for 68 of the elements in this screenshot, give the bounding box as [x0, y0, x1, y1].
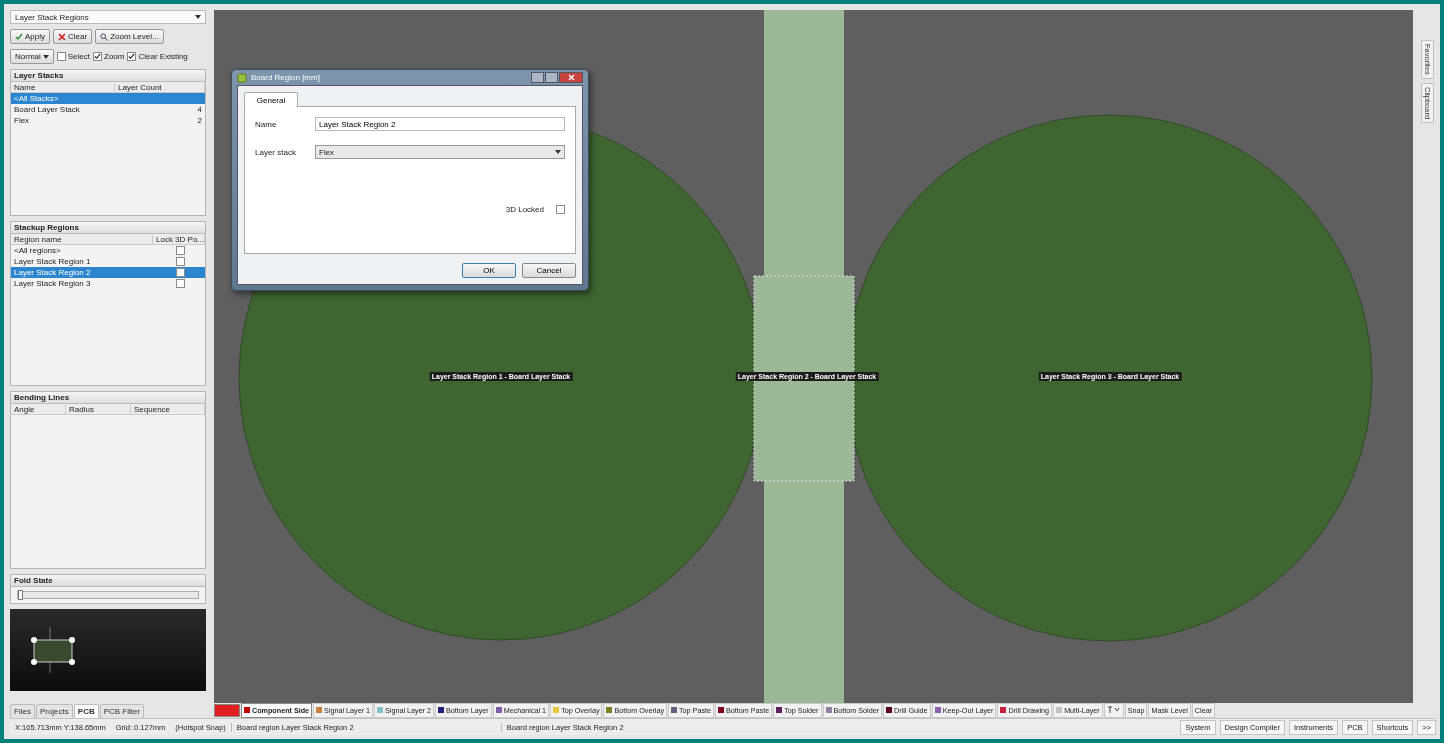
zoom-icon: [100, 32, 109, 41]
table-cell-text: Layer Stack Region 2: [13, 268, 92, 277]
table-cell-text: <All regions>: [13, 246, 62, 255]
section-title: Stackup Regions: [11, 222, 205, 234]
close-icon: [567, 74, 575, 81]
table-cell-text: Flex: [13, 116, 31, 125]
checkbox[interactable]: [176, 279, 185, 288]
layer-stack-dropdown[interactable]: Flex: [315, 145, 565, 159]
section-title: Layer Stacks: [11, 70, 205, 82]
cancel-button[interactable]: Cancel: [522, 263, 576, 278]
mode-dropdown[interactable]: Normal: [10, 49, 54, 64]
caret-icon: [555, 150, 561, 154]
option-label: Select: [67, 52, 90, 61]
table-row[interactable]: <All Stacks>: [11, 93, 205, 104]
clear-icon: [58, 32, 66, 41]
caret-icon: [42, 54, 49, 59]
field-label: Layer stack: [255, 147, 297, 157]
column-header[interactable]: Radius: [66, 404, 131, 414]
dialog-title: Board Region [mm]: [251, 73, 320, 82]
checkbox[interactable]: [176, 257, 185, 266]
maximize-button[interactable]: [545, 72, 558, 83]
table-cell-text: <All Stacks>: [13, 94, 60, 103]
checkbox[interactable]: [127, 52, 137, 61]
dialog-tab[interactable]: General: [244, 92, 298, 107]
checkbox[interactable]: [556, 205, 565, 214]
app-icon: [237, 72, 247, 83]
field-label: Name: [255, 119, 278, 129]
panel-dropdown[interactable]: Layer Stack Regions: [10, 10, 206, 24]
apply-button[interactable]: Apply: [10, 29, 50, 44]
table-row[interactable]: Layer Stack Region 3: [11, 278, 205, 289]
layer-set-swatch[interactable]: [214, 703, 240, 717]
table-cell-text: Board Layer Stack: [13, 105, 81, 114]
table-cell-text: Layer Stack Region 3: [13, 279, 92, 288]
caret-icon: [195, 15, 201, 19]
table-row[interactable]: Layer Stack Region 2: [11, 267, 205, 278]
checkbox[interactable]: [176, 268, 185, 277]
option-label: Clear Existing: [138, 52, 188, 61]
close-button[interactable]: [559, 72, 583, 83]
option-label: Zoom: [104, 52, 125, 61]
table-row[interactable]: Layer Stack Region 1: [11, 256, 205, 267]
apply-icon: [15, 32, 23, 41]
checkbox[interactable]: [56, 52, 66, 61]
column-header[interactable]: Name: [11, 82, 115, 92]
column-header[interactable]: Lock 3D Po...: [153, 234, 205, 244]
slider-thumb[interactable]: [18, 590, 23, 600]
board-outline-drawing: [28, 625, 78, 675]
column-header[interactable]: Layer Count: [115, 82, 205, 92]
zoom-button[interactable]: Zoom Level...: [95, 29, 164, 44]
name-field[interactable]: Layer Stack Region 2: [315, 117, 565, 131]
field-label: 3D Locked: [505, 205, 544, 214]
column-header[interactable]: Angle: [11, 404, 66, 414]
dropdown-value: Layer Stack Regions: [15, 12, 89, 22]
table-cell-text: 4: [196, 105, 203, 114]
minimize-button[interactable]: [531, 72, 544, 83]
column-header[interactable]: Region name: [11, 234, 153, 244]
clear-button[interactable]: Clear: [53, 29, 93, 44]
section-title: Fold State: [11, 575, 205, 587]
checkbox[interactable]: [93, 52, 102, 61]
ok-button[interactable]: OK: [462, 263, 516, 278]
dropdown-value: Flex: [319, 147, 335, 157]
column-header[interactable]: Sequence: [131, 404, 205, 414]
table-cell-text: 2: [196, 116, 203, 125]
table-row[interactable]: <All regions>: [11, 245, 205, 256]
table-row[interactable]: Board Layer Stack 4: [11, 104, 205, 115]
table-row[interactable]: Flex 2: [11, 115, 205, 126]
section-title: Bending Lines: [11, 392, 205, 404]
table-cell-text: Layer Stack Region 1: [13, 257, 92, 266]
checkbox[interactable]: [176, 246, 185, 255]
